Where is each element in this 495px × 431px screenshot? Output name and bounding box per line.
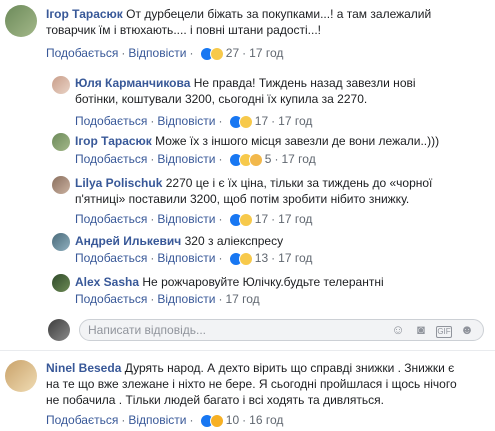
reaction-count: 17 xyxy=(254,114,269,128)
like-link[interactable]: Подобається xyxy=(75,152,147,166)
like-link[interactable]: Подобається xyxy=(75,292,147,306)
reaction-count: 17 xyxy=(254,212,269,226)
comment-actions: Подобається · Відповісти · 13 · 17 год xyxy=(75,251,313,266)
comment-text: Lilya Polischuk 2270 це і є їх ціна, тіл… xyxy=(75,175,485,207)
comment-author[interactable]: Lilya Polischuk xyxy=(75,176,162,190)
reaction-summary[interactable] xyxy=(228,251,253,266)
reply-input[interactable] xyxy=(88,322,328,338)
divider xyxy=(0,350,495,351)
reaction-summary[interactable] xyxy=(228,152,263,167)
avatar[interactable] xyxy=(52,274,70,292)
reply: Андрей Илькевич 320 з аліекспресу xyxy=(75,233,485,249)
comment-body-line: Не рожчаровуйте Юлічку.будьте телерантні xyxy=(142,275,384,289)
comment-body-line: Не правда! Тиждень назад завезли нові xyxy=(193,76,416,90)
comment-body-line: Може їх з іншого місця завезли де вони л… xyxy=(155,134,440,148)
comment-author[interactable]: Ninel Beseda xyxy=(46,361,121,375)
haha-reaction-icon xyxy=(209,46,224,61)
avatar[interactable] xyxy=(52,76,70,94)
comment-body-line: 320 з аліекспресу xyxy=(184,234,284,248)
comment-author[interactable]: Alex Sasha xyxy=(75,275,139,289)
reaction-count: 13 xyxy=(254,251,269,265)
comment-actions: Подобається · Відповісти · 27 · 17 год xyxy=(46,46,284,61)
reply: Ігор Тарасюк Може їх з іншого місця заве… xyxy=(75,133,485,149)
comment-actions: Подобається · Відповісти · 17 · 17 год xyxy=(75,212,313,227)
avatar[interactable] xyxy=(5,360,37,392)
like-link[interactable]: Подобається xyxy=(75,212,147,226)
reaction-summary[interactable] xyxy=(199,46,224,61)
avatar[interactable] xyxy=(52,133,70,151)
reply-input-box[interactable]: ☺ ◙ GIF ☻ xyxy=(79,319,484,341)
reply: Lilya Polischuk 2270 це і є їх ціна, тіл… xyxy=(75,175,485,207)
comment-body-line: на те що вже злежане і ніхто не бере. Я … xyxy=(46,377,457,391)
reaction-summary[interactable] xyxy=(228,212,253,227)
timestamp[interactable]: 17 год xyxy=(278,212,312,226)
comment: Ігор Тарасюк От дурбецели біжать за поку… xyxy=(46,6,486,38)
wow-reaction-icon xyxy=(209,413,224,428)
comment-body-line: Дурять народ. А дехто вірить що справді … xyxy=(124,361,455,375)
reply-link[interactable]: Відповісти xyxy=(157,114,215,128)
like-link[interactable]: Подобається xyxy=(46,413,118,427)
reaction-count: 27 xyxy=(225,46,240,60)
comment-text: Ninel Beseda Дурять народ. А дехто вірит… xyxy=(46,360,486,408)
timestamp[interactable]: 17 год xyxy=(281,152,315,166)
comment-author[interactable]: Юля Карманчикова xyxy=(75,76,190,90)
reply-link[interactable]: Відповісти xyxy=(128,46,186,60)
haha-reaction-icon xyxy=(238,251,253,266)
haha-reaction-icon xyxy=(238,212,253,227)
reaction-summary[interactable] xyxy=(199,413,224,428)
comment-author[interactable]: Андрей Илькевич xyxy=(75,234,181,248)
timestamp[interactable]: 17 год xyxy=(278,251,312,265)
avatar[interactable] xyxy=(5,5,37,37)
reply-link[interactable]: Відповісти xyxy=(157,251,215,265)
reply-link[interactable]: Відповісти xyxy=(157,292,215,306)
reply-link[interactable]: Відповісти xyxy=(157,152,215,166)
timestamp[interactable]: 17 год xyxy=(278,114,312,128)
comment-body-line: От дурбецели біжать за покупками...! а т… xyxy=(126,7,432,21)
comment-actions: Подобається · Відповісти · 17 год xyxy=(75,292,260,306)
avatar[interactable] xyxy=(52,233,70,251)
comment-body-line: 2270 це і є їх ціна, тільки за тиждень д… xyxy=(165,176,433,190)
avatar[interactable] xyxy=(52,176,70,194)
comment-body-line: не побачила . Тільки людей багато і всі … xyxy=(46,393,384,407)
reply: Alex Sasha Не рожчаровуйте Юлічку.будьте… xyxy=(75,274,485,290)
reply-link[interactable]: Відповісти xyxy=(128,413,186,427)
gif-icon[interactable]: GIF xyxy=(436,326,452,338)
current-user-avatar xyxy=(48,319,70,341)
timestamp[interactable]: 17 год xyxy=(249,46,283,60)
reply-link[interactable]: Відповісти xyxy=(157,212,215,226)
comment-author[interactable]: Ігор Тарасюк xyxy=(75,134,152,148)
input-icons: ☺ ◙ GIF ☻ xyxy=(383,323,475,338)
comment-body-line: товарчик їм і втюхають.... і повні штани… xyxy=(46,23,322,37)
like-link[interactable]: Подобається xyxy=(46,46,118,60)
comment-body-line: п'ятниці» поставили 3200, щоб потім зроб… xyxy=(75,192,410,206)
like-link[interactable]: Подобається xyxy=(75,114,147,128)
emoji-icon[interactable]: ☺ xyxy=(390,323,406,337)
like-link[interactable]: Подобається xyxy=(75,251,147,265)
comment-actions: Подобається · Відповісти · 17 · 17 год xyxy=(75,114,313,129)
comment-text: Ігор Тарасюк Може їх з іншого місця заве… xyxy=(75,133,485,149)
comment-text: Alex Sasha Не рожчаровуйте Юлічку.будьте… xyxy=(75,274,485,290)
comment-actions: Подобається · Відповісти · 5 · 17 год xyxy=(75,152,316,167)
comment-actions: Подобається · Відповісти · 10 · 16 год xyxy=(46,413,284,428)
timestamp[interactable]: 16 год xyxy=(249,413,283,427)
reaction-count: 10 xyxy=(225,413,240,427)
sticker-icon[interactable]: ☻ xyxy=(459,323,475,337)
comment-body-line: ботінки, коштували 3200, сьогодні їх куп… xyxy=(75,92,368,106)
camera-icon[interactable]: ◙ xyxy=(413,323,429,337)
comment: Ninel Beseda Дурять народ. А дехто вірит… xyxy=(46,360,486,408)
comment-author[interactable]: Ігор Тарасюк xyxy=(46,7,123,21)
reply: Юля Карманчикова Не правда! Тиждень наза… xyxy=(75,75,485,107)
reaction-count: 5 xyxy=(264,152,272,166)
comment-text: Юля Карманчикова Не правда! Тиждень наза… xyxy=(75,75,485,107)
reaction-summary[interactable] xyxy=(228,114,253,129)
comment-text: Ігор Тарасюк От дурбецели біжать за поку… xyxy=(46,6,486,38)
sad-reaction-icon xyxy=(248,152,263,167)
timestamp[interactable]: 17 год xyxy=(225,292,259,306)
comment-text: Андрей Илькевич 320 з аліекспресу xyxy=(75,233,485,249)
haha-reaction-icon xyxy=(238,114,253,129)
